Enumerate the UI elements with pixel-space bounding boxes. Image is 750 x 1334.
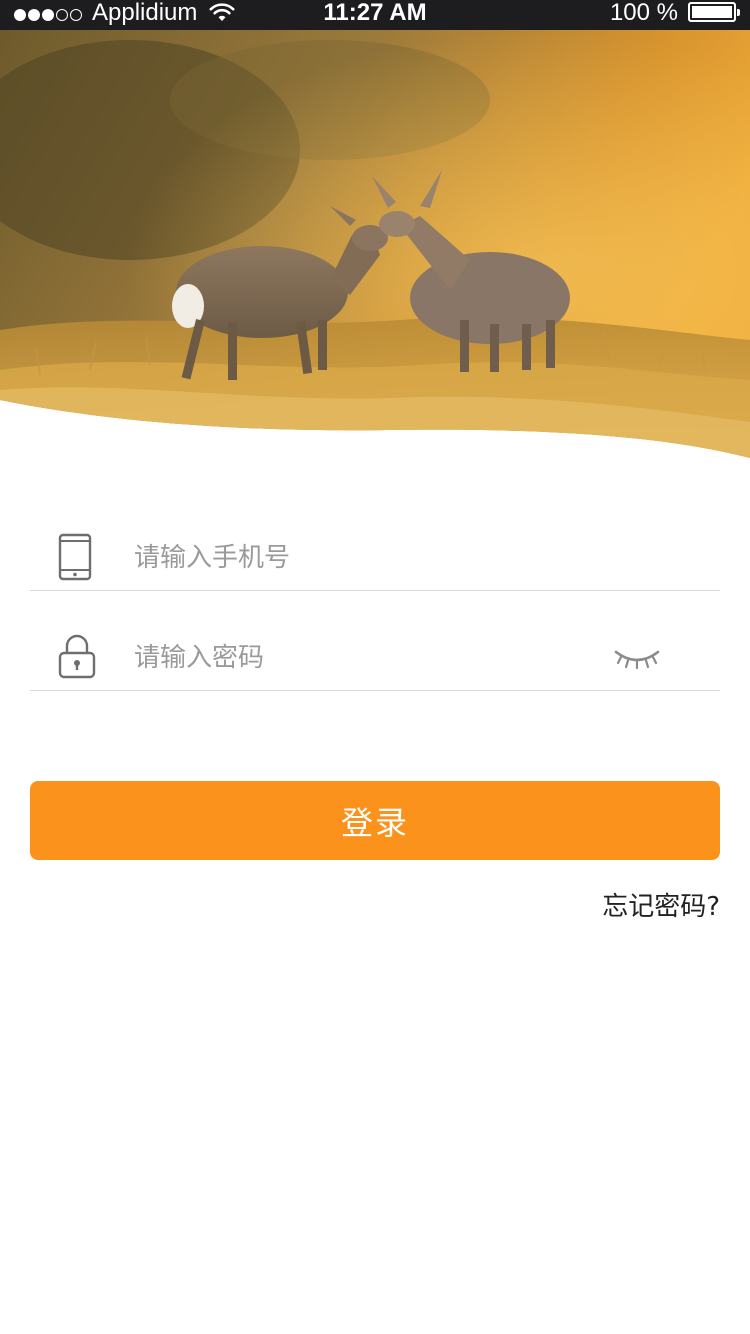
signal-dot-filled xyxy=(42,9,54,21)
status-right: 100 % xyxy=(609,0,740,30)
battery-percent: 100 % xyxy=(609,0,678,26)
phone-icon xyxy=(58,533,92,581)
phone-input[interactable] xyxy=(134,535,594,581)
wifi-icon xyxy=(209,3,235,21)
status-bar: Applidium 11:27 AM 100 % xyxy=(0,0,750,30)
signal-dot-filled xyxy=(14,9,26,21)
status-left: Applidium xyxy=(14,0,235,30)
signal-dot-filled xyxy=(28,9,40,21)
deer-photo xyxy=(0,30,750,458)
lock-icon xyxy=(58,634,96,679)
phone-field-row xyxy=(30,491,720,591)
signal-strength-icon xyxy=(14,9,84,21)
signal-dot-empty xyxy=(56,9,68,21)
status-time: 11:27 AM xyxy=(323,0,427,26)
login-button[interactable]: 登录 xyxy=(30,781,720,860)
hero-image xyxy=(0,30,750,470)
battery-tip xyxy=(737,9,740,16)
closed-eye-icon[interactable] xyxy=(612,644,662,670)
login-screen: Applidium 11:27 AM 100 % 请输入手机号 登录 忘记密码? xyxy=(0,0,750,1334)
battery-icon xyxy=(688,2,740,22)
password-field-row xyxy=(30,591,720,691)
signal-dot-empty xyxy=(70,9,82,21)
carrier-name: Applidium xyxy=(92,0,198,26)
battery-fill xyxy=(692,6,732,18)
forgot-password-link[interactable]: 忘记密码? xyxy=(602,886,720,923)
password-input[interactable] xyxy=(134,635,594,681)
